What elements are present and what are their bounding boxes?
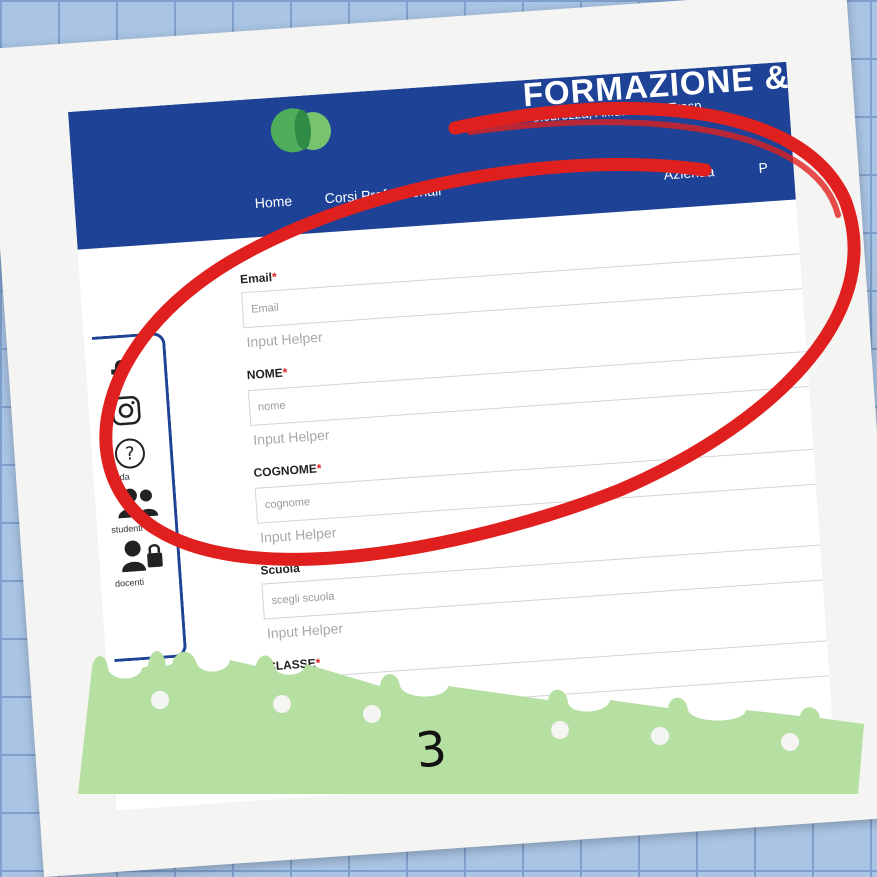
green-tape <box>78 651 864 794</box>
page-number: 3 <box>413 720 450 780</box>
